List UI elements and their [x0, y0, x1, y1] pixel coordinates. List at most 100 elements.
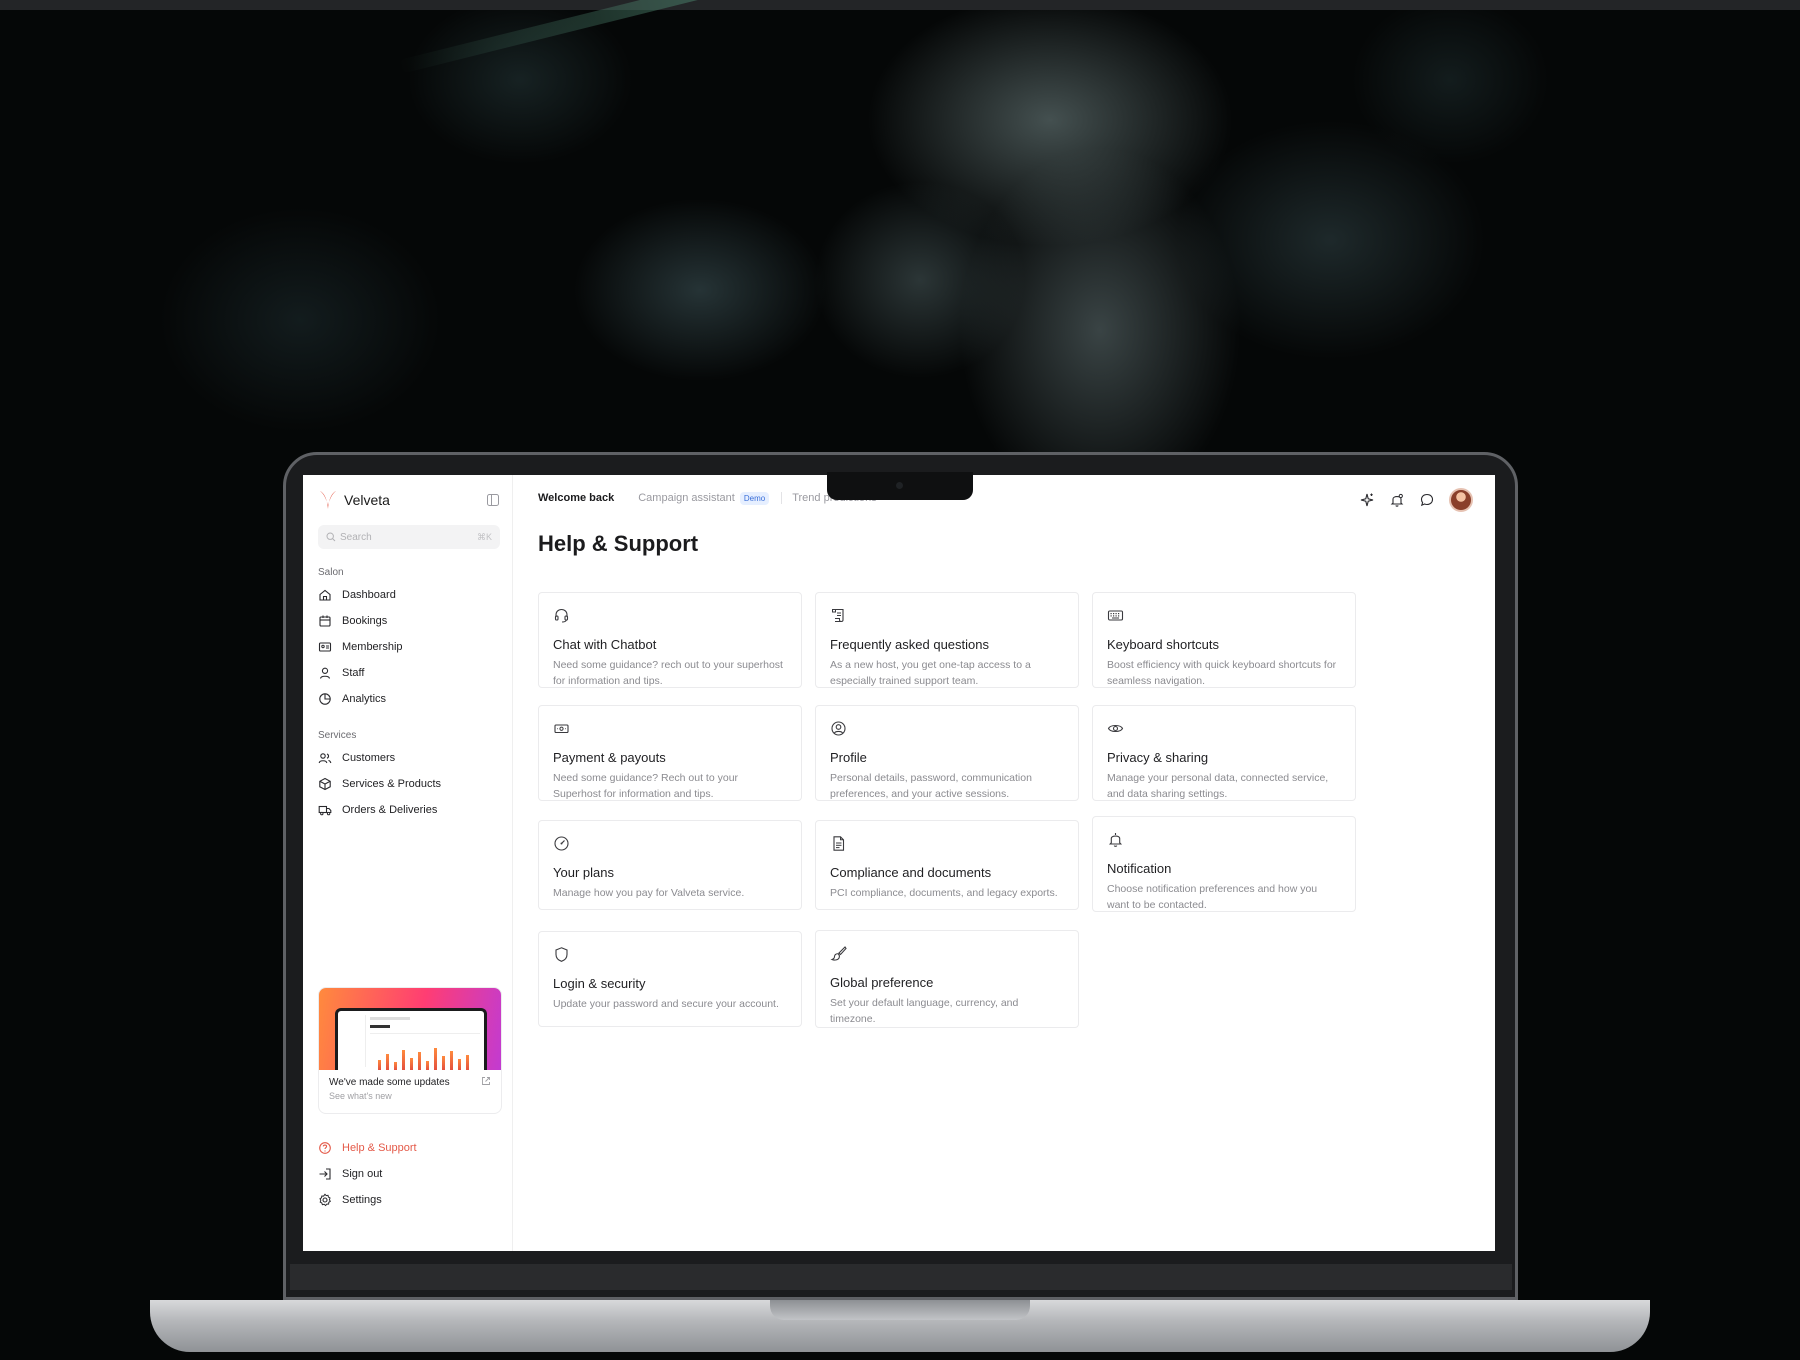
- sidebar-item-membership[interactable]: Membership: [318, 634, 500, 660]
- card-keyboard-shortcuts[interactable]: Keyboard shortcuts Boost efficiency with…: [1092, 592, 1356, 688]
- card-description: Manage your personal data, connected ser…: [1107, 772, 1329, 800]
- card-profile[interactable]: Profile Personal details, password, comm…: [815, 705, 1079, 801]
- sidebar-item-staff[interactable]: Staff: [318, 660, 500, 686]
- keyboard-icon: [1107, 610, 1124, 621]
- updates-preview-laptop: [335, 1008, 487, 1070]
- laptop-screen: Velveta Search ⌘K Salon Dashboard Bookin…: [303, 475, 1495, 1251]
- sidebar-item-label: Dashboard: [342, 589, 396, 601]
- velveta-logo-icon: [320, 491, 336, 509]
- headset-icon: [554, 608, 569, 623]
- sidebar-item-dashboard[interactable]: Dashboard: [318, 582, 500, 608]
- card-chat-chatbot[interactable]: Chat with Chatbot Need some guidance? re…: [538, 592, 802, 688]
- card-title: Global preference: [830, 975, 934, 990]
- search-shortcut: ⌘K: [476, 531, 492, 542]
- users-icon: [318, 753, 332, 764]
- scroll-icon: [832, 608, 844, 623]
- sidebar-item-label: Staff: [342, 667, 365, 679]
- calendar-icon: [319, 615, 331, 627]
- sparkle-icon[interactable]: [1359, 492, 1375, 508]
- card-description: Choose notification preferences and how …: [1107, 883, 1318, 911]
- search-icon: [326, 532, 336, 542]
- search-input[interactable]: Search ⌘K: [318, 525, 500, 549]
- section-label-salon: Salon: [318, 567, 344, 578]
- demo-badge: Demo: [739, 491, 770, 505]
- header-actions: [1345, 488, 1473, 512]
- main-content: Welcome back Campaign assistant Demo Tre…: [513, 475, 1495, 1251]
- card-description: Boost efficiency with quick keyboard sho…: [1107, 659, 1337, 687]
- updates-preview-image: [319, 988, 501, 1070]
- card-title: Chat with Chatbot: [553, 637, 657, 652]
- eye-icon: [1107, 724, 1124, 733]
- card-title: Frequently asked questions: [830, 637, 989, 652]
- updates-title: We've made some updates: [329, 1077, 450, 1088]
- sidebar-item-bookings[interactable]: Bookings: [318, 608, 500, 634]
- card-title: Keyboard shortcuts: [1107, 637, 1220, 652]
- shield-icon: [555, 947, 568, 962]
- gauge-icon: [554, 836, 569, 851]
- top-header: Welcome back Campaign assistant Demo Tre…: [538, 475, 1495, 521]
- card-title: Notification: [1107, 861, 1172, 876]
- card-global-preference[interactable]: Global preference Set your default langu…: [815, 930, 1079, 1028]
- sidebar-bottom-nav: Help & Support Sign out Settings: [318, 1135, 502, 1213]
- card-title: Privacy & sharing: [1107, 750, 1209, 765]
- bell-icon: [1108, 833, 1123, 847]
- updates-card[interactable]: We've made some updates See what's new: [318, 987, 502, 1114]
- brand-name: Velveta: [344, 492, 390, 508]
- gear-icon: [319, 1193, 331, 1207]
- card-payment-payouts[interactable]: Payment & payouts Need some guidance? Re…: [538, 705, 802, 801]
- card-privacy-sharing[interactable]: Privacy & sharing Manage your personal d…: [1092, 705, 1356, 801]
- user-circle-icon: [831, 721, 846, 736]
- laptop-base-groove: [770, 1300, 1030, 1320]
- card-description: Personal details, password, communicatio…: [830, 772, 1032, 800]
- card-compliance-documents[interactable]: Compliance and documents PCI compliance,…: [815, 820, 1079, 910]
- card-description: Update your password and secure your acc…: [553, 998, 779, 1010]
- sidebar-item-analytics[interactable]: Analytics: [318, 686, 500, 712]
- external-link-icon[interactable]: [481, 1076, 491, 1086]
- id-card-icon: [318, 642, 332, 652]
- tab-welcome-back[interactable]: Welcome back: [538, 492, 614, 504]
- card-description: Set your default language, currency, and…: [830, 997, 1019, 1025]
- background-photo: Velveta Search ⌘K Salon Dashboard Bookin…: [0, 0, 1800, 1360]
- sidebar-item-customers[interactable]: Customers: [318, 745, 500, 771]
- sidebar: Velveta Search ⌘K Salon Dashboard Bookin…: [303, 475, 513, 1251]
- box-icon: [319, 777, 331, 791]
- sidebar-item-label: Orders & Deliveries: [342, 804, 438, 816]
- sidebar-item-sign-out[interactable]: Sign out: [318, 1161, 502, 1187]
- app-window: Velveta Search ⌘K Salon Dashboard Bookin…: [303, 475, 1495, 1251]
- document-icon: [833, 836, 845, 851]
- card-login-security[interactable]: Login & security Update your password an…: [538, 931, 802, 1027]
- home-icon: [319, 589, 331, 601]
- sidebar-collapse-icon[interactable]: [486, 493, 500, 507]
- sidebar-item-label: Bookings: [342, 615, 388, 627]
- sidebar-item-orders-deliveries[interactable]: Orders & Deliveries: [318, 797, 500, 823]
- tab-campaign-assistant[interactable]: Campaign assistant: [638, 492, 735, 504]
- camera-icon: [896, 482, 903, 489]
- card-description: Need some guidance? Rech out to your Sup…: [553, 772, 739, 800]
- sidebar-item-help-support[interactable]: Help & Support: [318, 1135, 502, 1161]
- card-title: Profile: [830, 750, 867, 765]
- card-title: Your plans: [553, 865, 614, 880]
- chat-icon[interactable]: [1419, 492, 1435, 508]
- card-description: As a new host, you get one-tap access to…: [830, 659, 1031, 687]
- card-your-plans[interactable]: Your plans Manage how you pay for Valvet…: [538, 820, 802, 910]
- brush-icon: [830, 946, 847, 961]
- sidebar-item-label: Help & Support: [342, 1142, 417, 1154]
- card-title: Compliance and documents: [830, 865, 992, 880]
- page-title: Help & Support: [538, 531, 699, 556]
- card-notification[interactable]: Notification Choose notification prefere…: [1092, 816, 1356, 912]
- money-icon: [554, 724, 569, 734]
- bell-icon[interactable]: [1389, 492, 1405, 508]
- card-title: Payment & payouts: [553, 750, 666, 765]
- truck-icon: [318, 805, 332, 816]
- pie-chart-icon: [319, 693, 331, 705]
- sidebar-item-settings[interactable]: Settings: [318, 1187, 502, 1213]
- card-faq[interactable]: Frequently asked questions As a new host…: [815, 592, 1079, 688]
- card-title: Login & security: [553, 976, 646, 991]
- sidebar-item-services-products[interactable]: Services & Products: [318, 771, 500, 797]
- updates-subtitle: See what's new: [329, 1091, 392, 1101]
- sign-out-icon: [319, 1168, 331, 1180]
- search-placeholder: Search: [340, 531, 372, 543]
- section-label-services: Services: [318, 730, 357, 741]
- user-avatar[interactable]: [1449, 488, 1473, 512]
- user-icon: [319, 667, 331, 679]
